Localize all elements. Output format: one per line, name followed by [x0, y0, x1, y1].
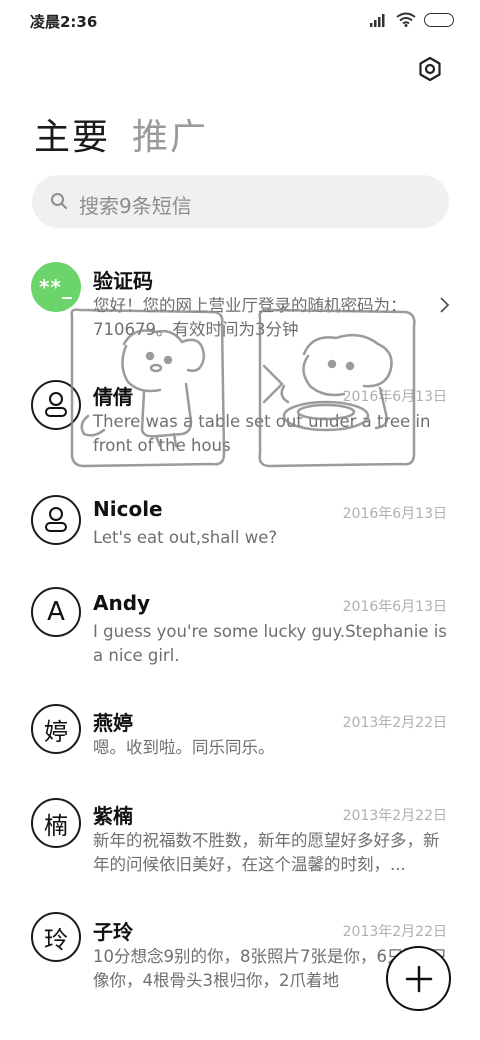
- tab-promotions[interactable]: 推广: [132, 108, 208, 160]
- contact-name: 验证码: [93, 269, 153, 293]
- message-date: 2013年2月22日: [342, 715, 447, 731]
- search-bar[interactable]: 搜索9条短信: [32, 175, 449, 228]
- signal-icon: [370, 13, 385, 27]
- status-time: 凌晨2:36: [30, 13, 98, 31]
- contact-name: 燕婷: [93, 711, 133, 735]
- conversation-item[interactable]: 楠 紫楠 2013年2月22日 新年的祝福数不胜数，新年的愿望好多好多，新年的问…: [0, 774, 480, 890]
- person-icon: [45, 507, 67, 532]
- message-date: 2016年6月13日: [342, 599, 447, 615]
- contact-name: 紫楠: [93, 804, 133, 828]
- gear-icon: [419, 56, 441, 82]
- message-date: 2013年2月22日: [342, 808, 447, 824]
- status-icons: [370, 12, 454, 27]
- message-date: 2016年6月13日: [342, 506, 447, 522]
- puppy-sticker-overlay: [70, 308, 416, 468]
- status-bar: 凌晨2:36: [0, 0, 480, 44]
- conversation-item[interactable]: 婷 燕婷 2013年2月22日 嗯。收到啦。同乐同乐。: [0, 680, 480, 774]
- contact-name: 子玲: [93, 920, 133, 944]
- tab-primary[interactable]: 主要: [34, 108, 110, 160]
- message-preview: 新年的祝福数不胜数，新年的愿望好多好多，新年的问候依旧美好，在这个温馨的时刻，.…: [93, 831, 440, 874]
- contact-name: Nicole: [93, 497, 163, 521]
- battery-icon: [424, 12, 454, 27]
- search-icon: [51, 193, 67, 209]
- avatar: [31, 495, 81, 545]
- chevron-right-icon: [440, 297, 450, 313]
- puppy-sticker-right: [258, 308, 416, 468]
- avatar: 婷: [31, 704, 81, 754]
- search-input[interactable]: 搜索9条短信: [79, 190, 192, 219]
- avatar: A: [31, 587, 81, 637]
- puppy-sticker-left: [70, 308, 226, 468]
- conversation-item[interactable]: Nicole 2016年6月13日 Let's eat out,shall we…: [0, 468, 480, 562]
- avatar: 玲: [31, 912, 81, 962]
- new-message-button[interactable]: [386, 946, 451, 1011]
- plus-icon: [405, 965, 432, 992]
- message-preview: 嗯。收到啦。同乐同乐。: [93, 738, 275, 757]
- tab-bar: 主要 推广: [34, 108, 208, 160]
- message-date: 2013年2月22日: [342, 924, 447, 940]
- conversation-item[interactable]: A Andy 2016年6月13日 I guess you're some lu…: [0, 562, 480, 680]
- message-preview: Let's eat out,shall we?: [93, 528, 278, 547]
- settings-button[interactable]: [416, 55, 444, 83]
- message-preview: I guess you're some lucky guy.Stephanie …: [93, 622, 447, 665]
- contact-name: Andy: [93, 591, 151, 615]
- avatar: 楠: [31, 798, 81, 848]
- wifi-icon: [396, 12, 416, 27]
